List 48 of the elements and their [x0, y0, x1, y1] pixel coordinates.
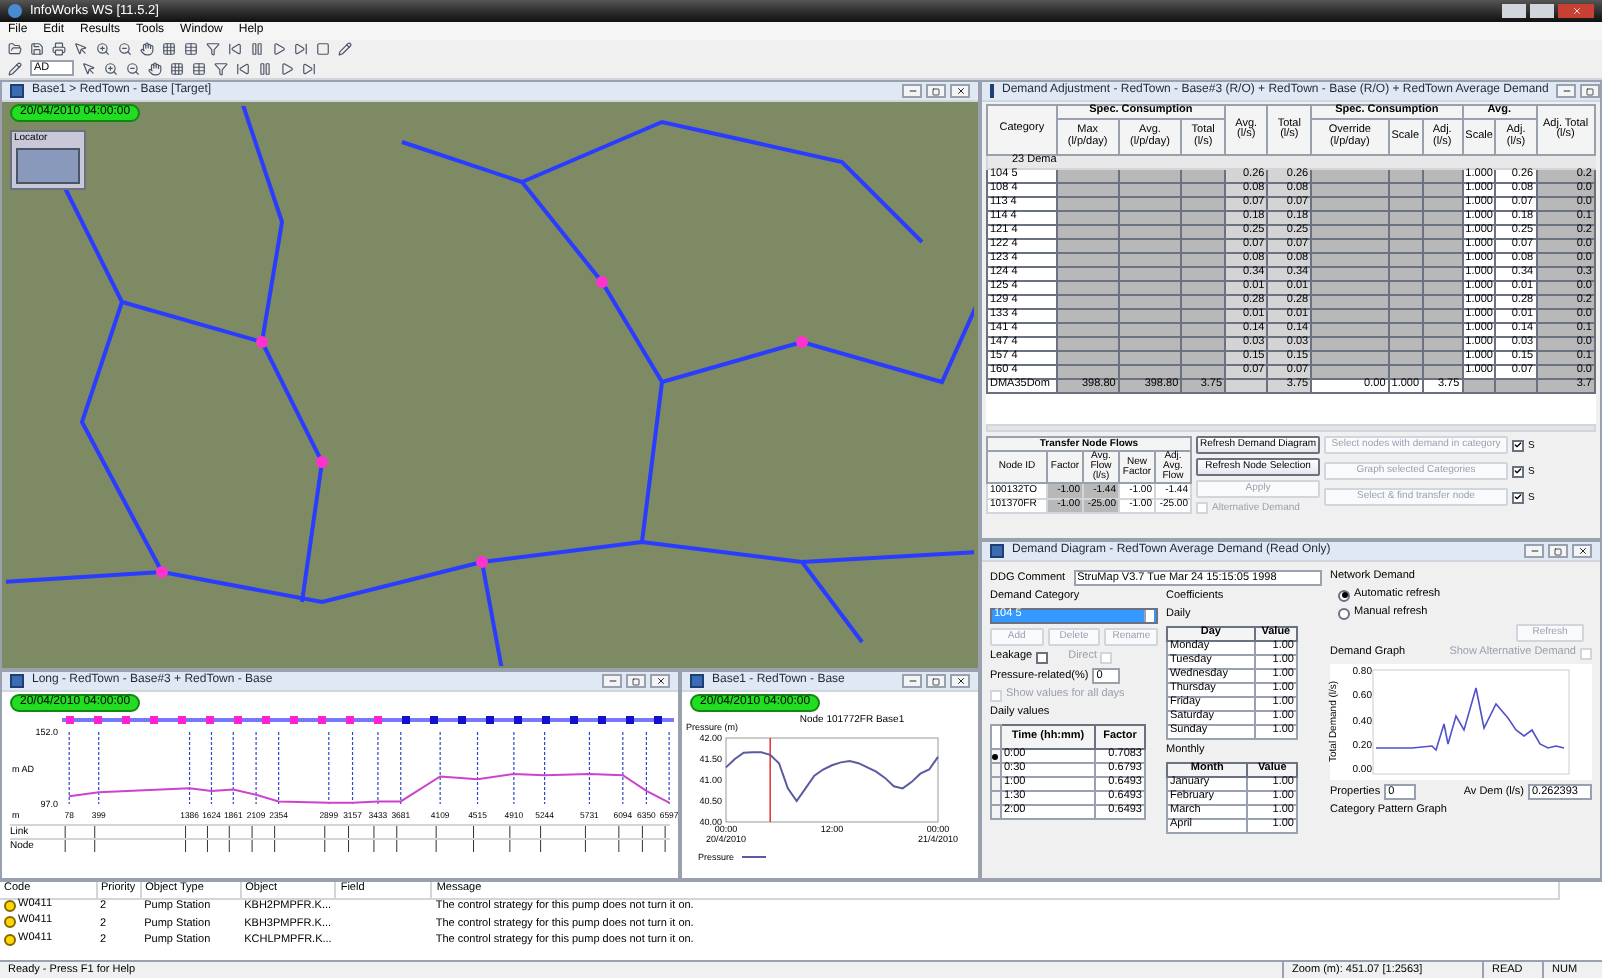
- skip-forward-icon[interactable]: [302, 61, 316, 76]
- window-icon: [10, 674, 24, 688]
- skip-forward-icon[interactable]: [294, 42, 308, 57]
- radio-button[interactable]: [1338, 607, 1350, 619]
- zoom-in-icon[interactable]: [96, 42, 110, 57]
- radio-button[interactable]: [1338, 589, 1350, 601]
- pointer-icon[interactable]: [74, 42, 88, 57]
- save-icon[interactable]: [30, 42, 44, 57]
- zoom-out-icon[interactable]: [118, 42, 132, 57]
- close-icon[interactable]: [650, 674, 670, 688]
- minimize-icon[interactable]: [902, 84, 922, 98]
- window-icon: [690, 674, 704, 688]
- stop-icon[interactable]: [316, 42, 330, 57]
- filter-icon[interactable]: [214, 61, 228, 76]
- close-icon[interactable]: [1572, 544, 1592, 558]
- table-icon[interactable]: [184, 42, 198, 57]
- caret-icon: [1144, 610, 1154, 622]
- app-icon: [8, 4, 22, 18]
- pause-icon[interactable]: [250, 42, 264, 57]
- window-icon: [10, 84, 24, 98]
- minimize-icon[interactable]: [902, 674, 922, 688]
- skip-back-icon[interactable]: [236, 61, 250, 76]
- pause-icon[interactable]: [258, 61, 272, 76]
- open-folder-icon[interactable]: [8, 42, 22, 57]
- minimize-icon[interactable]: [602, 674, 622, 688]
- minimize-icon[interactable]: [1556, 84, 1577, 98]
- pencil-icon[interactable]: [338, 42, 352, 57]
- close-icon[interactable]: [950, 674, 970, 688]
- filter-icon[interactable]: [206, 42, 220, 57]
- grid-icon[interactable]: [170, 61, 184, 76]
- pencil-icon[interactable]: [8, 61, 22, 76]
- minimize-icon[interactable]: [1524, 544, 1544, 558]
- locator-map-icon: [16, 148, 80, 184]
- close-icon[interactable]: [950, 84, 970, 98]
- legend-line: [741, 856, 767, 858]
- print-icon[interactable]: [52, 42, 66, 57]
- grid-icon[interactable]: [162, 42, 176, 57]
- skip-back-icon[interactable]: [228, 42, 242, 57]
- zoom-in-icon[interactable]: [104, 61, 118, 76]
- hand-icon[interactable]: [140, 42, 154, 57]
- pointer-icon[interactable]: [82, 61, 96, 76]
- checkbox[interactable]: [1036, 651, 1049, 663]
- table-icon[interactable]: [192, 61, 206, 76]
- row-selector[interactable]: [991, 749, 1001, 763]
- window-icon: [990, 544, 1004, 558]
- zoom-out-icon[interactable]: [126, 61, 140, 76]
- hand-icon[interactable]: [148, 61, 162, 76]
- time-marker-line: [769, 737, 771, 823]
